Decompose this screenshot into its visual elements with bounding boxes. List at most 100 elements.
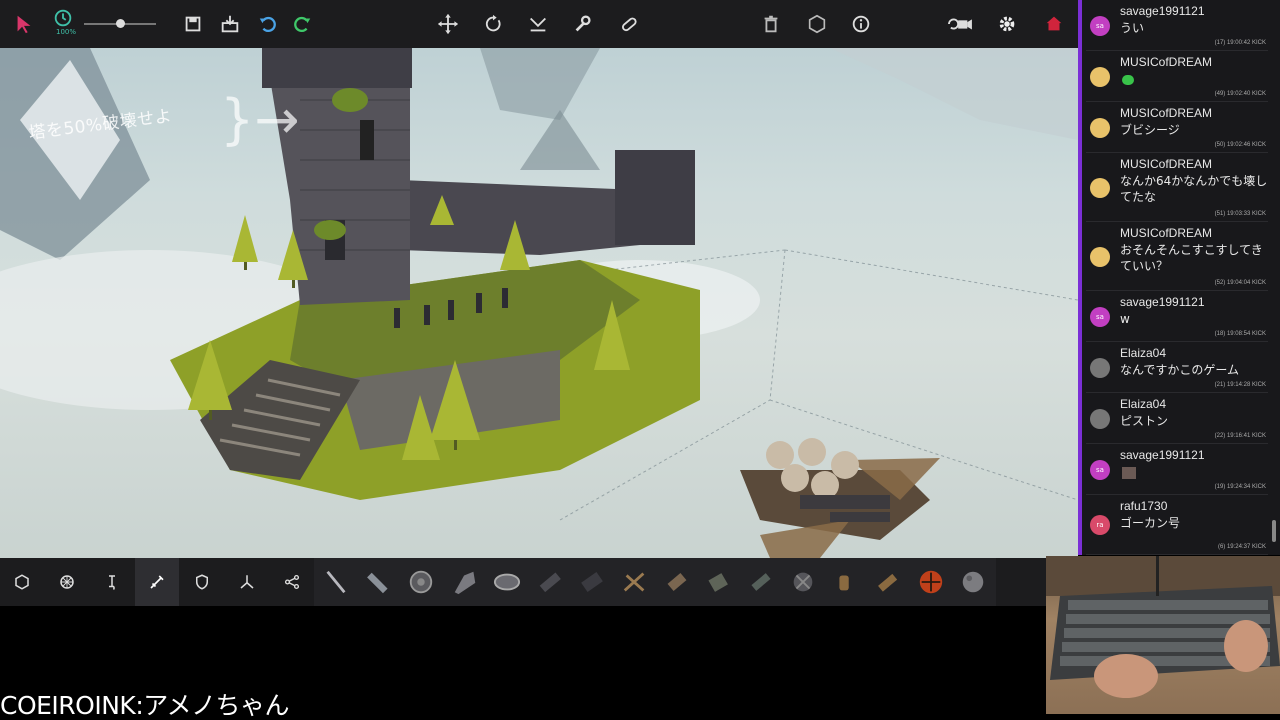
chat-message-text: なんか64かなんかでも壊してたな	[1120, 174, 1268, 204]
move-icon[interactable]	[432, 8, 464, 40]
basic-blocks-icon[interactable]	[0, 558, 44, 606]
avatar	[1090, 409, 1110, 429]
chat-message-meta[interactable]: (17) 19:00:42 KICK	[1215, 40, 1266, 46]
wrench-icon[interactable]	[567, 8, 599, 40]
webcam-keyboard-image	[1046, 556, 1280, 698]
undo-icon[interactable]	[252, 8, 284, 40]
chat-message-meta[interactable]: (52) 19:04:04 KICK	[1215, 280, 1266, 286]
pill-icon[interactable]	[613, 8, 645, 40]
chat-message-meta[interactable]: (19) 19:24:34 KICK	[1215, 484, 1266, 490]
chat-message-meta[interactable]: (18) 19:08:54 KICK	[1215, 331, 1266, 337]
cannon-block-icon[interactable]	[533, 566, 567, 598]
avatar: sa	[1090, 307, 1110, 327]
chat-message: ra rafu1730 ゴーカン号 (6) 19:24:37 KICK	[1086, 495, 1268, 555]
avatar	[1090, 67, 1110, 87]
chat-message: MUSICofDREAM なんか64かなんかでも壊してたな (51) 19:03:3…	[1086, 153, 1268, 222]
trash-icon[interactable]	[755, 8, 787, 40]
automation-icon[interactable]	[270, 558, 314, 606]
chat-username[interactable]: savage1991121	[1120, 448, 1205, 462]
wheel-icon[interactable]	[45, 558, 89, 606]
chat-image-icon	[1122, 467, 1136, 479]
load-icon[interactable]	[214, 8, 246, 40]
chat-panel[interactable]: sa savage1991121 うい (17) 19:00:42 KICK MUSIC…	[1078, 0, 1280, 555]
avatar	[1090, 118, 1110, 138]
chat-username[interactable]: MUSICofDREAM	[1120, 55, 1212, 69]
chat-message-text: ブビシージ	[1120, 123, 1180, 137]
bomb-block-icon[interactable]	[828, 566, 862, 598]
gear-icon[interactable]	[991, 8, 1023, 40]
chat-username[interactable]: MUSICofDREAM	[1120, 106, 1212, 120]
flight-icon[interactable]	[225, 558, 269, 606]
chat-message: sa savage1991121 w (18) 19:08:54 KICK	[1086, 291, 1268, 342]
info-icon[interactable]	[845, 8, 877, 40]
chat-message: sa savage1991121 うい (17) 19:00:42 KICK	[1086, 0, 1268, 51]
armour-icon[interactable]	[180, 558, 224, 606]
chat-message-text: うい	[1120, 21, 1145, 35]
hexagon-icon[interactable]	[801, 8, 833, 40]
chat-scrollbar[interactable]	[1270, 0, 1276, 555]
avatar: sa	[1090, 16, 1110, 36]
block-bar	[0, 558, 1078, 606]
camera-icon[interactable]	[942, 8, 978, 40]
chat-username[interactable]: rafu1730	[1120, 499, 1167, 513]
chat-username[interactable]: Elaiza04	[1120, 397, 1166, 411]
grinder-block-icon[interactable]	[404, 566, 438, 598]
chat-username[interactable]: savage1991121	[1120, 4, 1205, 18]
screen: 塔を50%破壊せよ }→ 100% sa savage1991121 うい (1…	[0, 0, 1280, 720]
top-toolbar: 100%	[0, 0, 1078, 48]
chat-username[interactable]: Elaiza04	[1120, 346, 1166, 360]
zoom-label: 100%	[56, 28, 77, 36]
chat-message: Elaiza04 なんですかこのゲーム (21) 19:14:28 KICK	[1086, 342, 1268, 393]
boulder-block-icon[interactable]	[956, 566, 990, 598]
time-slider-thumb[interactable]	[116, 19, 125, 28]
sword-block-icon[interactable]	[319, 566, 353, 598]
water-cannon-block-icon[interactable]	[744, 566, 778, 598]
chat-message-meta[interactable]: (6) 19:24:37 KICK	[1218, 544, 1266, 550]
game-viewport[interactable]: 塔を50%破壊せよ }→	[0, 0, 1078, 558]
chat-scrollbar-thumb[interactable]	[1272, 520, 1276, 542]
chat-message-text: ゴーカン号	[1120, 516, 1181, 530]
blocks-strip	[314, 558, 996, 606]
chat-message: sa savage1991121 (19) 19:24:34 KICK	[1086, 444, 1268, 495]
chat-message-meta[interactable]: (21) 19:14:28 KICK	[1215, 382, 1266, 388]
chat-message-meta[interactable]: (22) 19:16:41 KICK	[1215, 433, 1266, 439]
rotate-icon[interactable]	[477, 8, 509, 40]
chat-message: MUSICofDREAM ブビシージ (50) 19:02:46 KICK	[1086, 102, 1268, 153]
save-icon[interactable]	[177, 8, 209, 40]
chat-message-text: おそんそんこすこすしてきていい？	[1120, 243, 1263, 273]
weapons-icon[interactable]	[135, 558, 179, 606]
vacuum-block-icon[interactable]	[702, 566, 736, 598]
redo-icon[interactable]	[286, 8, 318, 40]
avatar	[1090, 178, 1110, 198]
chat-message-meta[interactable]: (49) 19:02:40 KICK	[1215, 91, 1266, 97]
chat-message-meta[interactable]: (51) 19:03:33 KICK	[1215, 211, 1266, 217]
scene-art	[0, 48, 1078, 558]
chat-username[interactable]: MUSICofDREAM	[1120, 226, 1212, 240]
grenade-block-icon[interactable]	[870, 566, 904, 598]
chat-username[interactable]: MUSICofDREAM	[1120, 157, 1212, 171]
spike-block-icon[interactable]	[360, 566, 394, 598]
shrapnel-cannon-block-icon[interactable]	[575, 566, 609, 598]
crossbow-block-icon[interactable]	[618, 566, 652, 598]
avatar	[1090, 247, 1110, 267]
home-icon[interactable]	[1038, 8, 1070, 40]
avatar	[1090, 358, 1110, 378]
avatar: ra	[1090, 515, 1110, 535]
chat-message: Elaiza04 ピストン (22) 19:16:41 KICK	[1086, 393, 1268, 444]
flamethrower-block-icon[interactable]	[660, 566, 694, 598]
objective-brace: }→	[220, 88, 300, 151]
avatar: sa	[1090, 460, 1110, 480]
chat-message-text: なんですかこのゲーム	[1120, 363, 1240, 377]
fireball-block-icon[interactable]	[914, 566, 948, 598]
drill-block-icon[interactable]	[448, 566, 482, 598]
voice-caption: COEIROINK:アメノちゃん	[0, 691, 290, 720]
chat-message-text: w	[1120, 312, 1130, 326]
webcam-overlay	[1046, 556, 1280, 714]
chat-message-meta[interactable]: (50) 19:02:46 KICK	[1215, 142, 1266, 148]
mechanical-icon[interactable]	[90, 558, 134, 606]
mirror-icon[interactable]	[522, 8, 554, 40]
cursor-select-icon[interactable]	[8, 8, 40, 40]
chat-username[interactable]: savage1991121	[1120, 295, 1205, 309]
torch-block-icon[interactable]	[786, 566, 820, 598]
spinning-saw-block-icon[interactable]	[490, 566, 524, 598]
